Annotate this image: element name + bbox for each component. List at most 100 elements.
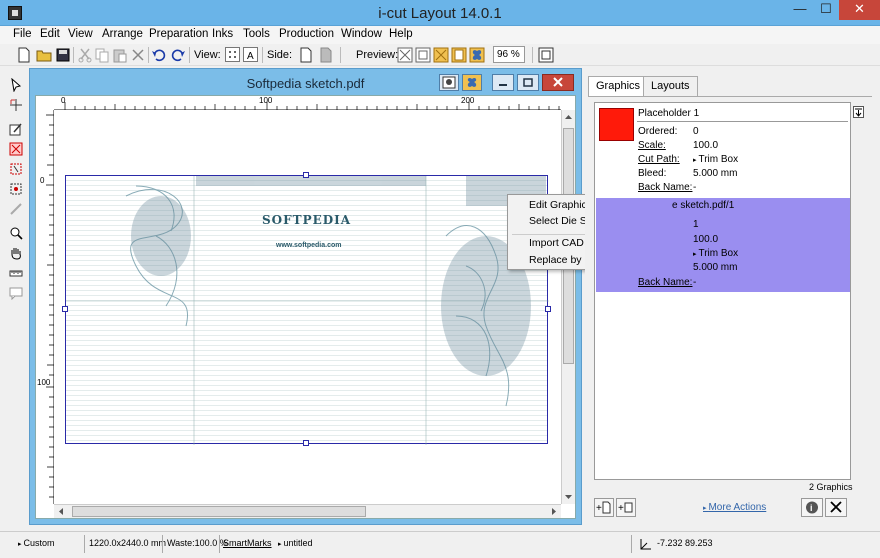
ruler-label: 100 <box>37 378 51 387</box>
zoom-input[interactable]: 96 % <box>493 46 525 63</box>
scroll-up-icon[interactable] <box>562 111 575 123</box>
preview-die-icon[interactable] <box>397 47 413 63</box>
redo-icon[interactable] <box>170 47 186 63</box>
menu-view[interactable]: View <box>68 28 93 40</box>
scroll-down-icon[interactable] <box>562 491 575 503</box>
graphic-artwork[interactable]: SOFTPEDIA www.softpedia.com <box>65 175 549 445</box>
ordered-value: 1 <box>693 219 699 230</box>
delete-icon[interactable] <box>130 47 146 63</box>
preview-butterfly-icon[interactable] <box>469 47 485 63</box>
selection-handle[interactable] <box>545 306 551 312</box>
doc-minimize-button[interactable] <box>492 74 514 91</box>
doc-preview-button[interactable] <box>439 74 459 91</box>
ordered-value: 0 <box>693 126 699 137</box>
more-actions-text: More Actions <box>708 502 767 513</box>
undo-icon[interactable] <box>151 47 167 63</box>
die-shape-icon[interactable] <box>9 162 23 176</box>
new-file-icon[interactable] <box>16 47 32 63</box>
cut-icon[interactable] <box>77 47 93 63</box>
fit-window-icon[interactable] <box>538 47 554 63</box>
tool-palette <box>6 74 26 306</box>
view-grid-button[interactable] <box>225 47 240 62</box>
hand-icon[interactable] <box>9 246 23 260</box>
comment-icon[interactable] <box>9 286 23 300</box>
close-button[interactable]: ✕ <box>839 0 880 20</box>
maximize-button[interactable]: ☐ <box>813 0 839 20</box>
preview-box-icon[interactable] <box>415 47 431 63</box>
preview-sheet-icon[interactable] <box>451 47 467 63</box>
zoom-icon[interactable] <box>9 226 23 240</box>
layout-canvas[interactable]: SOFTPEDIA www.softpedia.com <box>55 111 560 505</box>
measure-icon[interactable] <box>9 266 23 280</box>
doc-maximize-button[interactable] <box>517 74 539 91</box>
graphics-panel: Graphics Layouts Placeholder 1 Ordered: … <box>585 68 877 525</box>
minimize-button[interactable]: — <box>787 0 813 20</box>
list-item[interactable]: Placeholder 1 Ordered: 0 Scale: 100.0 Cu… <box>596 104 850 198</box>
more-actions-link[interactable]: ▸ More Actions <box>703 502 766 513</box>
menu-inks[interactable]: Inks <box>212 28 233 40</box>
backname-link[interactable]: Back Name: <box>638 277 692 288</box>
status-divider <box>162 535 163 553</box>
back-side-icon[interactable] <box>318 47 334 63</box>
selection-handle[interactable] <box>62 306 68 312</box>
scroll-right-icon[interactable] <box>548 505 560 518</box>
knife-icon[interactable] <box>9 202 23 216</box>
selection-handle[interactable] <box>303 172 309 178</box>
cutpath-link[interactable]: Cut Path: <box>638 154 680 165</box>
view-artwork-button[interactable]: A <box>243 47 258 62</box>
title-bar: i-cut Layout 14.0.1 — ☐ ✕ <box>0 0 880 26</box>
backname-link[interactable]: Back Name: <box>638 182 692 193</box>
horizontal-scrollbar[interactable] <box>54 504 561 518</box>
scroll-left-icon[interactable] <box>55 505 67 518</box>
menu-window[interactable]: Window <box>341 28 382 40</box>
menu-help[interactable]: Help <box>389 28 413 40</box>
add-graphic-button[interactable]: + <box>594 498 614 517</box>
smartmarks-set[interactable]: ▸ untitled <box>278 538 313 548</box>
cut-shape-icon[interactable] <box>9 142 23 156</box>
open-folder-icon[interactable] <box>36 47 52 63</box>
selection-handle[interactable] <box>303 440 309 446</box>
menu-edit[interactable]: Edit <box>40 28 60 40</box>
add-placeholder-button[interactable]: + <box>616 498 636 517</box>
vertical-scrollbar[interactable] <box>561 110 575 504</box>
bleed-value: 5.000 mm <box>693 168 738 179</box>
graphic-name: e sketch.pdf/1 <box>672 200 735 211</box>
scale-link[interactable]: Scale: <box>638 140 666 151</box>
pin-icon[interactable] <box>853 106 864 118</box>
tab-layouts[interactable]: Layouts <box>643 76 698 96</box>
list-item-selected[interactable]: e sketch.pdf/1 1 100.0 ▸ Trim Box 5.000 … <box>596 198 850 292</box>
graphics-count: 2 Graphics <box>809 482 853 492</box>
delete-graphic-button[interactable] <box>825 498 847 517</box>
copy-icon[interactable] <box>94 47 110 63</box>
letter-a-icon: A <box>247 51 254 62</box>
add-file-icon: + <box>596 501 611 514</box>
backname-value: - <box>693 182 697 193</box>
menu-arrange[interactable]: Arrange <box>102 28 143 40</box>
paste-icon[interactable] <box>112 47 128 63</box>
preview-color-icon[interactable] <box>433 47 449 63</box>
move-icon[interactable] <box>9 98 23 112</box>
doc-close-button[interactable] <box>542 74 574 91</box>
menu-file[interactable]: File <box>13 28 32 40</box>
cursor-position-icon <box>640 539 651 550</box>
scale-value: 100.0 <box>693 234 719 245</box>
sheet-type: ▸ Custom <box>18 538 54 548</box>
backname-value: - <box>693 277 697 288</box>
cutpath-text: Trim Box <box>698 154 739 165</box>
info-button[interactable]: i <box>801 498 823 517</box>
menu-tools[interactable]: Tools <box>243 28 270 40</box>
document-window: Softpedia sketch.pdf 0 100 200 0 100 SOF… <box>29 68 582 525</box>
front-side-icon[interactable] <box>298 47 314 63</box>
doc-butterfly-button[interactable] <box>462 74 482 91</box>
menu-production[interactable]: Production <box>279 28 334 40</box>
tab-graphics[interactable]: Graphics <box>588 76 649 96</box>
align-icon[interactable] <box>9 182 23 196</box>
ruler-label: 200 <box>461 96 475 105</box>
menu-preparation[interactable]: Preparation <box>149 28 208 40</box>
scale-value: 100.0 <box>693 140 719 151</box>
select-arrow-icon[interactable] <box>9 78 23 92</box>
edit-pencil-icon[interactable] <box>9 122 23 136</box>
horizontal-scroll-thumb[interactable] <box>72 506 366 517</box>
smartmarks-link[interactable]: SmartMarks <box>223 538 272 548</box>
save-icon[interactable] <box>55 47 71 63</box>
